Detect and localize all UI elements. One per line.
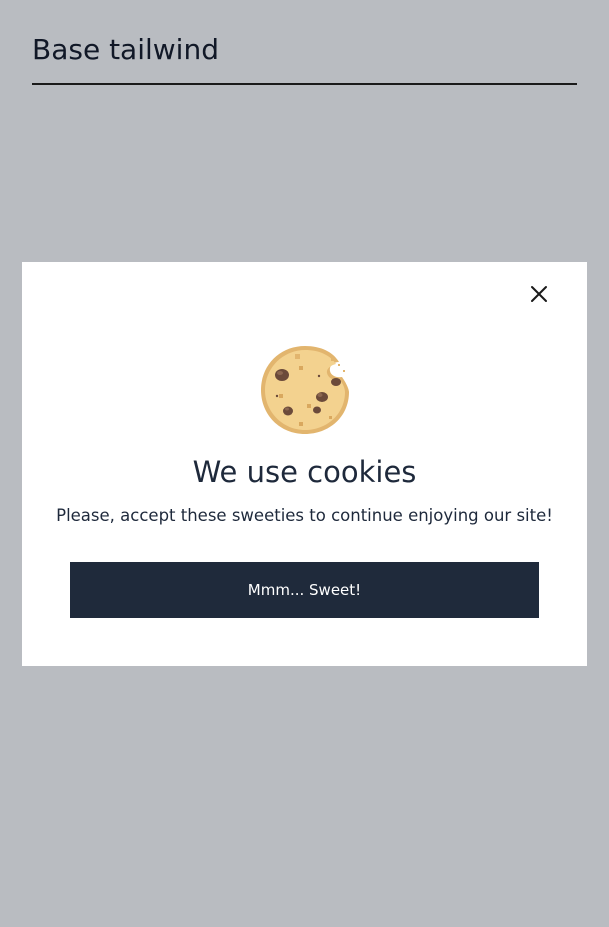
page-title: Base tailwind [32, 33, 219, 66]
modal-message: Please, accept these sweeties to continu… [56, 506, 553, 525]
cookie-icon [261, 346, 349, 434]
page-header: Base tailwind [32, 30, 577, 85]
close-icon [531, 286, 547, 302]
accept-cookies-button[interactable]: Mmm... Sweet! [70, 562, 539, 618]
modal-title: We use cookies [192, 455, 417, 489]
cookie-consent-modal: We use cookies Please, accept these swee… [22, 262, 587, 666]
close-button[interactable] [529, 284, 549, 304]
